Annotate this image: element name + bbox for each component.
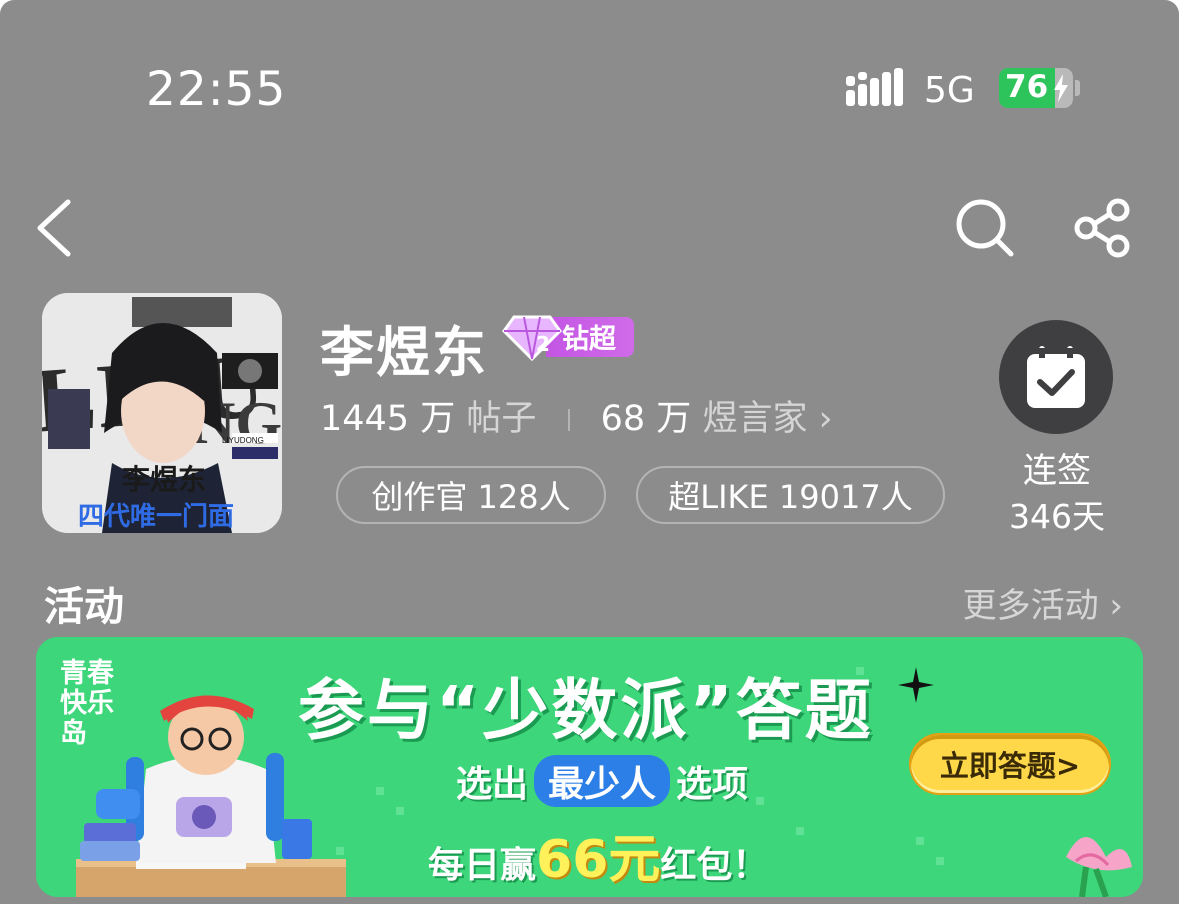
stats-divider xyxy=(567,409,570,431)
fans-chevron-icon[interactable]: › xyxy=(819,399,833,439)
flower-illustration xyxy=(1066,837,1132,897)
avatar-subtitle-text: 四代唯一门面 xyxy=(78,502,234,531)
posts-label: 帖子 xyxy=(466,399,537,439)
fans-label[interactable]: 煜言家 xyxy=(702,399,807,439)
answer-now-button[interactable]: 立即答题> xyxy=(909,733,1111,795)
topic-stats: 1445 万 帖子 68 万 煜言家 › xyxy=(320,390,833,439)
checkin-label: 连签 xyxy=(1023,451,1091,491)
super-topic-page: 22:55 5G 76 LIYU NG xyxy=(0,0,1179,904)
checkin-days: 346天 xyxy=(1009,497,1105,536)
charging-bolt-icon xyxy=(1054,74,1068,102)
banner-line1-suffix: 选项 xyxy=(676,764,749,805)
activity-section-title: 活动 xyxy=(44,584,124,630)
network-type: 5G xyxy=(924,70,975,111)
posts-count: 1445 万 xyxy=(320,399,456,439)
checkin-button[interactable] xyxy=(999,320,1113,434)
banner-line2-suffix: 红包！ xyxy=(660,845,769,886)
banner-line2-prefix: 每日赢 xyxy=(428,845,537,886)
svg-text:2: 2 xyxy=(536,332,550,356)
signal-strength-icon xyxy=(846,68,903,106)
battery-level: 76 xyxy=(1005,69,1049,105)
battery-indicator: 76 xyxy=(999,68,1073,108)
banner-line2: 每日赢66元红包！ xyxy=(428,817,768,892)
activity-banner[interactable]: 青春快乐岛 参与“少数派”答题 选出 最少人 选项 每日赢66元红包！ 立即答题… xyxy=(36,637,1143,897)
avatar-latin-name: LIYUDONG xyxy=(222,436,264,445)
avatar-image: LIYU NG 李煜东 四代唯一门面 LIYUDONG xyxy=(42,293,282,533)
status-time: 22:55 xyxy=(146,62,287,117)
calendar-check-icon xyxy=(1027,346,1085,408)
superlike-pill[interactable]: 超LIKE 19017人 xyxy=(636,466,945,524)
share-icon[interactable] xyxy=(1072,196,1136,260)
banner-reward-amount: 66元 xyxy=(536,830,661,890)
topic-avatar[interactable]: LIYU NG 李煜东 四代唯一门面 LIYUDONG xyxy=(42,293,282,533)
sparkle-icon xyxy=(898,667,934,703)
avatar-name-text: 李煜东 xyxy=(122,463,206,496)
banner-line1: 选出 最少人 选项 xyxy=(456,755,748,807)
more-activities-link[interactable]: 更多活动 › xyxy=(963,578,1123,627)
battery-tip xyxy=(1075,80,1080,96)
topic-title: 李煜东 xyxy=(320,321,488,384)
fans-count[interactable]: 68 万 xyxy=(601,399,692,439)
banner-line1-prefix: 选出 xyxy=(456,764,529,805)
search-icon[interactable] xyxy=(953,196,1017,260)
creator-pill[interactable]: 创作官 128人 xyxy=(336,466,606,524)
level-badge[interactable]: 2 钻超 xyxy=(502,313,634,361)
diamond-icon: 2 xyxy=(502,315,562,361)
banner-line1-highlight: 最少人 xyxy=(534,755,671,807)
banner-headline: 参与“少数派”答题 xyxy=(298,672,874,749)
level-badge-label: 钻超 xyxy=(562,324,616,355)
back-icon[interactable] xyxy=(32,198,76,258)
